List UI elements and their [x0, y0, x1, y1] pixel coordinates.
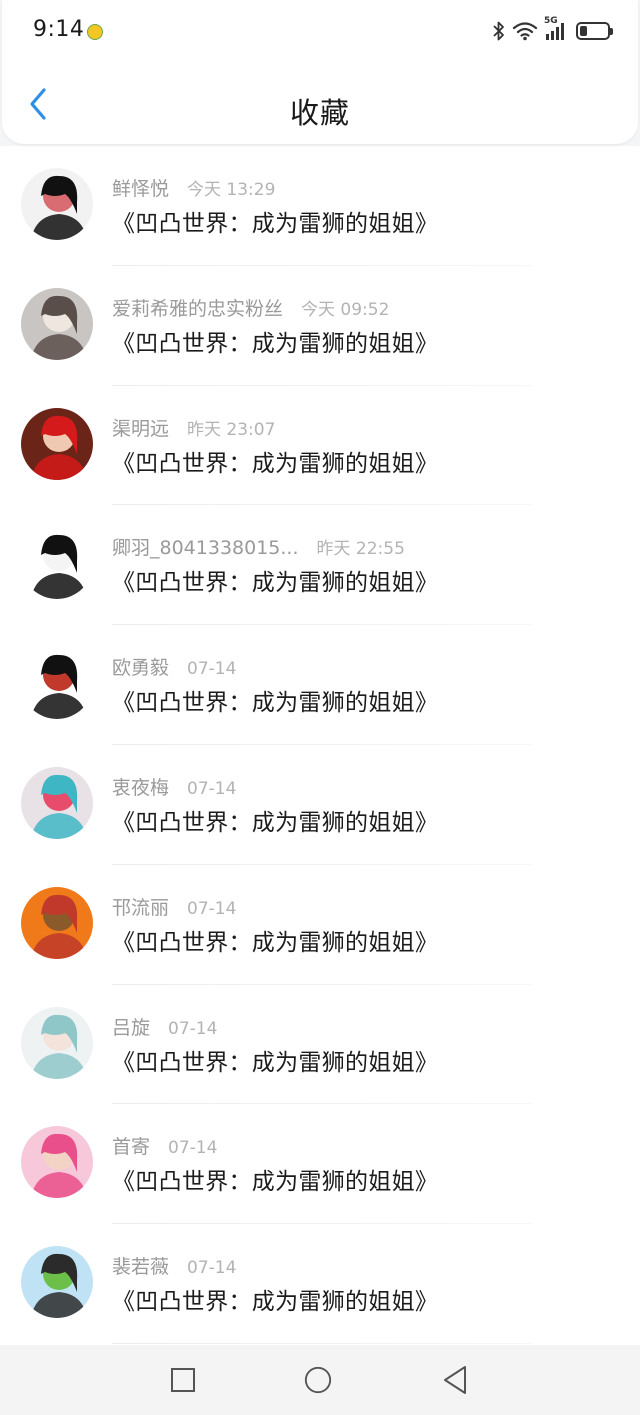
user-name[interactable]: 渠明远: [112, 414, 169, 441]
item-meta: 吕旋 07-14: [112, 1013, 217, 1040]
item-meta: 爱莉希雅的忠实粉丝 今天 09:52: [112, 294, 389, 321]
item-meta: 首寄 07-14: [112, 1132, 217, 1159]
divider: [112, 1342, 532, 1344]
item-meta: 渠明远 昨天 23:07: [112, 414, 275, 441]
user-name[interactable]: 裴若薇: [112, 1252, 169, 1279]
user-avatar[interactable]: [21, 407, 93, 480]
user-avatar[interactable]: [21, 287, 93, 360]
favorite-time: 昨天 23:07: [187, 419, 276, 440]
system-nav-bar: [0, 1345, 640, 1415]
recent-apps-button[interactable]: [168, 1365, 198, 1395]
home-button[interactable]: [303, 1365, 333, 1395]
user-avatar[interactable]: [21, 886, 93, 959]
user-avatar[interactable]: [21, 1246, 93, 1319]
wifi-icon: [512, 21, 538, 41]
favorite-list-item[interactable]: 欧勇毅 07-14 《凹凸世界：成为雷狮的姐姐》: [0, 625, 640, 745]
book-title[interactable]: 《凹凸世界：成为雷狮的姐姐》: [112, 1043, 438, 1077]
user-name[interactable]: 吕旋: [112, 1013, 150, 1040]
notification-emoji-icon: [87, 24, 103, 40]
favorite-time: 07-14: [168, 1018, 218, 1039]
favorite-time: 07-14: [187, 1258, 237, 1279]
item-meta: 卿羽_8041338015... 昨天 22:55: [112, 533, 405, 560]
favorite-list-item[interactable]: 爱莉希雅的忠实粉丝 今天 09:52 《凹凸世界：成为雷狮的姐姐》: [0, 266, 640, 386]
item-meta: 衷夜梅 07-14: [112, 773, 236, 800]
book-title[interactable]: 《凹凸世界：成为雷狮的姐姐》: [112, 563, 438, 597]
bluetooth-icon: [492, 20, 506, 42]
user-avatar[interactable]: [21, 1006, 93, 1079]
battery-icon: [576, 22, 613, 40]
book-title[interactable]: 《凹凸世界：成为雷狮的姐姐》: [112, 204, 438, 238]
book-title[interactable]: 《凹凸世界：成为雷狮的姐姐》: [112, 683, 438, 717]
battery-level: [580, 26, 587, 36]
user-name[interactable]: 鲜怿悦: [112, 174, 169, 201]
home-icon: [304, 1366, 332, 1394]
favorite-list-item[interactable]: 邗流丽 07-14 《凹凸世界：成为雷狮的姐姐》: [0, 865, 640, 985]
item-meta: 邗流丽 07-14: [112, 893, 236, 920]
favorite-list-item[interactable]: 衷夜梅 07-14 《凹凸世界：成为雷狮的姐姐》: [0, 745, 640, 865]
book-title[interactable]: 《凹凸世界：成为雷狮的姐姐》: [112, 803, 438, 837]
user-avatar[interactable]: [21, 766, 93, 839]
user-name[interactable]: 欧勇毅: [112, 653, 169, 680]
book-title[interactable]: 《凹凸世界：成为雷狮的姐姐》: [112, 324, 438, 358]
user-name[interactable]: 衷夜梅: [112, 773, 169, 800]
status-time: 9:14: [33, 17, 85, 42]
favorites-list: 鲜怿悦 今天 13:29 《凹凸世界：成为雷狮的姐姐》 爱莉希雅的忠实粉丝 今天 09:…: [0, 146, 640, 1345]
favorite-time: 昨天 22:55: [316, 539, 405, 560]
favorite-time: 07-14: [168, 1138, 218, 1159]
favorite-time: 今天 13:29: [187, 180, 276, 200]
item-meta: 鲜怿悦 今天 13:29: [112, 174, 275, 201]
user-avatar[interactable]: [21, 527, 93, 600]
favorite-time: 07-14: [187, 659, 237, 680]
user-avatar[interactable]: [21, 647, 93, 720]
status-icons: 5G: [492, 16, 613, 44]
book-title[interactable]: 《凹凸世界：成为雷狮的姐姐》: [112, 1282, 438, 1316]
book-title[interactable]: 《凹凸世界：成为雷狮的姐姐》: [112, 444, 438, 478]
user-name[interactable]: 邗流丽: [112, 893, 169, 920]
back-icon: [444, 1366, 466, 1394]
favorite-time: 07-14: [187, 778, 237, 799]
recent-apps-icon: [171, 1368, 195, 1392]
favorite-list-item[interactable]: 鲜怿悦 今天 13:29 《凹凸世界：成为雷狮的姐姐》: [0, 146, 640, 266]
cellular-signal-icon: 5G: [544, 16, 566, 42]
page-title: 收藏: [289, 96, 350, 130]
user-name[interactable]: 首寄: [112, 1132, 150, 1159]
user-name[interactable]: 爱莉希雅的忠实粉丝: [112, 294, 283, 321]
favorite-list-item[interactable]: 吕旋 07-14 《凹凸世界：成为雷狮的姐姐》: [0, 985, 640, 1105]
book-title[interactable]: 《凹凸世界：成为雷狮的姐姐》: [112, 1162, 438, 1196]
book-title[interactable]: 《凹凸世界：成为雷狮的姐姐》: [112, 923, 438, 957]
favorites-screen: 9:14 5G 收藏 鲜怿悦 今天 13:29 《凹凸世界：成为雷狮的姐姐》 爱…: [0, 0, 640, 1415]
favorite-list-item[interactable]: 首寄 07-14 《凹凸世界：成为雷狮的姐姐》: [0, 1104, 640, 1225]
favorite-list-item[interactable]: 裴若薇 07-14 《凹凸世界：成为雷狮的姐姐》: [0, 1224, 640, 1344]
title-bar: 收藏: [2, 62, 638, 144]
network-type-label: 5G: [544, 16, 558, 26]
item-meta: 欧勇毅 07-14: [112, 653, 236, 680]
user-name[interactable]: 卿羽_8041338015...: [112, 533, 299, 560]
nav-back-button[interactable]: [440, 1365, 470, 1395]
favorite-list-item[interactable]: 渠明远 昨天 23:07 《凹凸世界：成为雷狮的姐姐》: [0, 386, 640, 506]
user-avatar[interactable]: [21, 1126, 93, 1199]
favorite-time: 今天 09:52: [301, 299, 390, 320]
status-bar: 9:14 5G: [2, 0, 638, 62]
item-meta: 裴若薇 07-14: [112, 1252, 236, 1279]
header: 9:14 5G 收藏: [2, 0, 638, 144]
user-avatar[interactable]: [21, 168, 93, 240]
favorite-time: 07-14: [187, 898, 237, 919]
favorite-list-item[interactable]: 卿羽_8041338015... 昨天 22:55 《凹凸世界：成为雷狮的姐姐》: [0, 505, 640, 626]
